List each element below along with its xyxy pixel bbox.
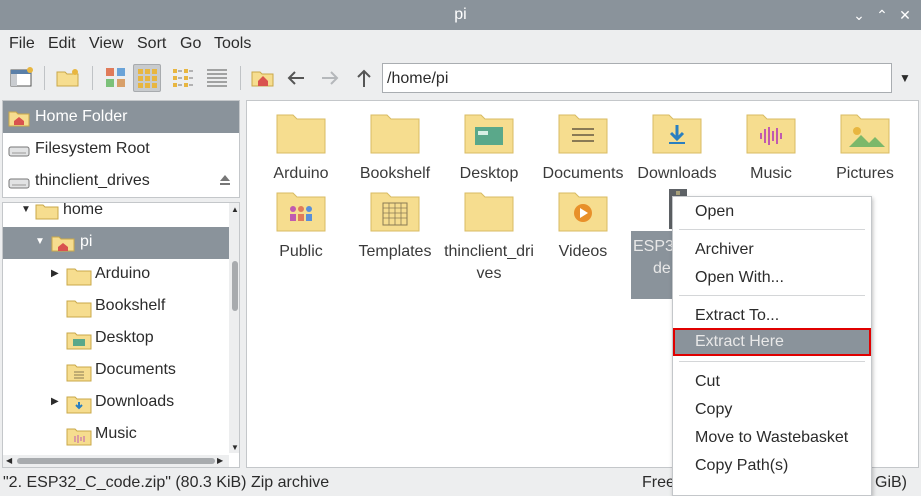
folder-icon <box>66 298 92 323</box>
folder-icon <box>66 266 92 291</box>
thumbnail-view-icon[interactable] <box>102 64 130 92</box>
eject-icon[interactable] <box>218 173 232 192</box>
file-item-bookshelf[interactable]: Bookshelf <box>349 101 441 185</box>
folder-icon <box>463 187 515 237</box>
file-item-thinclient-drives[interactable]: thinclient_drives <box>443 179 535 285</box>
templates-folder-icon <box>369 187 421 237</box>
menu-separator <box>679 229 865 230</box>
tree-item-documents[interactable]: Documents <box>3 355 229 387</box>
file-item-templates[interactable]: Templates <box>349 179 441 263</box>
tree-item-arduino[interactable]: ▶ Arduino <box>3 259 229 291</box>
music-folder-icon <box>66 426 92 451</box>
directory-tree: ▼ home ▼ pi ▶ Arduino Bookshelf Desktop <box>2 202 240 468</box>
menu-item-move-to-wastebasket[interactable]: Move to Wastebasket <box>673 424 871 452</box>
tree-item-music[interactable]: Music <box>3 419 229 451</box>
menu-view[interactable]: View <box>89 35 123 53</box>
scroll-left-icon[interactable]: ◀ <box>6 456 12 465</box>
address-dropdown-icon[interactable]: ▼ <box>892 63 918 93</box>
title-bar: pi ⌄ ⌃ ✕ <box>0 0 921 30</box>
collapse-arrow-icon[interactable]: ▶ <box>51 268 59 279</box>
place-home-folder[interactable]: Home Folder <box>3 101 239 133</box>
home-icon[interactable] <box>249 64 277 92</box>
home-folder-icon <box>8 109 30 132</box>
scroll-up-icon[interactable]: ▲ <box>231 205 239 214</box>
folder-icon <box>369 109 421 159</box>
menu-separator <box>679 361 865 362</box>
expand-arrow-icon[interactable]: ▼ <box>35 236 45 247</box>
scroll-right-icon[interactable]: ▶ <box>217 456 223 465</box>
file-item-documents[interactable]: Documents <box>537 101 629 185</box>
back-arrow-icon[interactable] <box>282 64 310 92</box>
menu-go[interactable]: Go <box>180 35 201 53</box>
tree-item-downloads[interactable]: ▶ Downloads <box>3 387 229 419</box>
folder-icon <box>275 109 327 159</box>
drive-icon <box>8 173 30 196</box>
menu-item-extract-to[interactable]: Extract To... <box>673 302 871 330</box>
close-icon[interactable]: ✕ <box>895 5 915 25</box>
public-folder-icon <box>275 187 327 237</box>
file-item-desktop[interactable]: Desktop <box>443 101 535 185</box>
expand-arrow-icon[interactable]: ▼ <box>21 204 31 215</box>
file-item-videos[interactable]: Videos <box>537 179 629 263</box>
menu-item-cut[interactable]: Cut <box>673 368 871 396</box>
menu-item-extract-here[interactable]: Extract Here <box>673 328 871 356</box>
menu-item-copy[interactable]: Copy <box>673 396 871 424</box>
icon-view-icon[interactable] <box>133 64 161 92</box>
menu-sort[interactable]: Sort <box>137 35 166 53</box>
tree-hscroll-thumb[interactable] <box>17 458 215 464</box>
menu-item-archiver[interactable]: Archiver <box>673 236 871 264</box>
tree-item-pi[interactable]: ▼ pi <box>3 227 229 259</box>
menu-bar: File Edit View Sort Go Tools <box>0 30 921 58</box>
pictures-folder-icon <box>839 109 891 159</box>
up-arrow-icon[interactable] <box>350 64 378 92</box>
minimize-icon[interactable]: ⌄ <box>849 5 869 25</box>
new-tab-icon[interactable] <box>54 64 82 92</box>
drive-icon <box>8 141 30 164</box>
menu-edit[interactable]: Edit <box>48 35 76 53</box>
window-title: pi <box>454 6 467 23</box>
list-view-icon[interactable] <box>203 64 231 92</box>
new-window-icon[interactable] <box>8 64 36 92</box>
status-free-space: Free <box>642 474 675 491</box>
file-item-arduino[interactable]: Arduino <box>255 101 347 185</box>
tree-item-desktop[interactable]: Desktop <box>3 323 229 355</box>
file-item-public[interactable]: Public <box>255 179 347 263</box>
documents-folder-icon <box>557 109 609 159</box>
home-folder-icon <box>51 234 75 257</box>
status-free-space-suffix: GiB) <box>875 474 907 491</box>
places-pane: Home Folder Filesystem Root thinclient_d… <box>2 100 240 198</box>
tree-scroll-thumb[interactable] <box>232 261 238 311</box>
menu-file[interactable]: File <box>9 35 35 53</box>
downloads-folder-icon <box>651 109 703 159</box>
desktop-folder-icon <box>463 109 515 159</box>
tree-item-home[interactable]: ▼ home <box>3 203 229 227</box>
status-selection-info: "2. ESP32_C_code.zip" (80.3 KiB) Zip arc… <box>3 474 330 491</box>
address-bar[interactable]: /home/pi <box>382 63 892 93</box>
maximize-icon[interactable]: ⌃ <box>872 5 892 25</box>
file-item-music[interactable]: Music <box>725 101 817 185</box>
compact-view-icon[interactable] <box>169 64 197 92</box>
menu-item-copy-paths[interactable]: Copy Path(s) <box>673 452 871 480</box>
scroll-down-icon[interactable]: ▼ <box>231 443 239 452</box>
menu-tools[interactable]: Tools <box>214 35 251 53</box>
menu-item-open[interactable]: Open <box>673 198 871 226</box>
place-filesystem-root[interactable]: Filesystem Root <box>3 133 239 165</box>
music-folder-icon <box>745 109 797 159</box>
file-item-pictures[interactable]: Pictures <box>819 101 911 185</box>
folder-icon <box>35 203 59 225</box>
downloads-folder-icon <box>66 394 92 419</box>
documents-folder-icon <box>66 362 92 387</box>
tree-vertical-scrollbar[interactable]: ▲ ▼ <box>229 203 239 453</box>
videos-folder-icon <box>557 187 609 237</box>
collapse-arrow-icon[interactable]: ▶ <box>51 396 59 407</box>
context-menu: Open Archiver Open With... Extract To...… <box>672 196 872 496</box>
forward-arrow-icon[interactable] <box>316 64 344 92</box>
place-thinclient-drives[interactable]: thinclient_drives <box>3 165 239 197</box>
tree-item-bookshelf[interactable]: Bookshelf <box>3 291 229 323</box>
desktop-folder-icon <box>66 330 92 355</box>
file-item-downloads[interactable]: Downloads <box>631 101 723 185</box>
menu-item-open-with[interactable]: Open With... <box>673 264 871 292</box>
tree-horizontal-scrollbar[interactable]: ◀ ▶ <box>3 455 229 467</box>
menu-separator <box>679 295 865 296</box>
